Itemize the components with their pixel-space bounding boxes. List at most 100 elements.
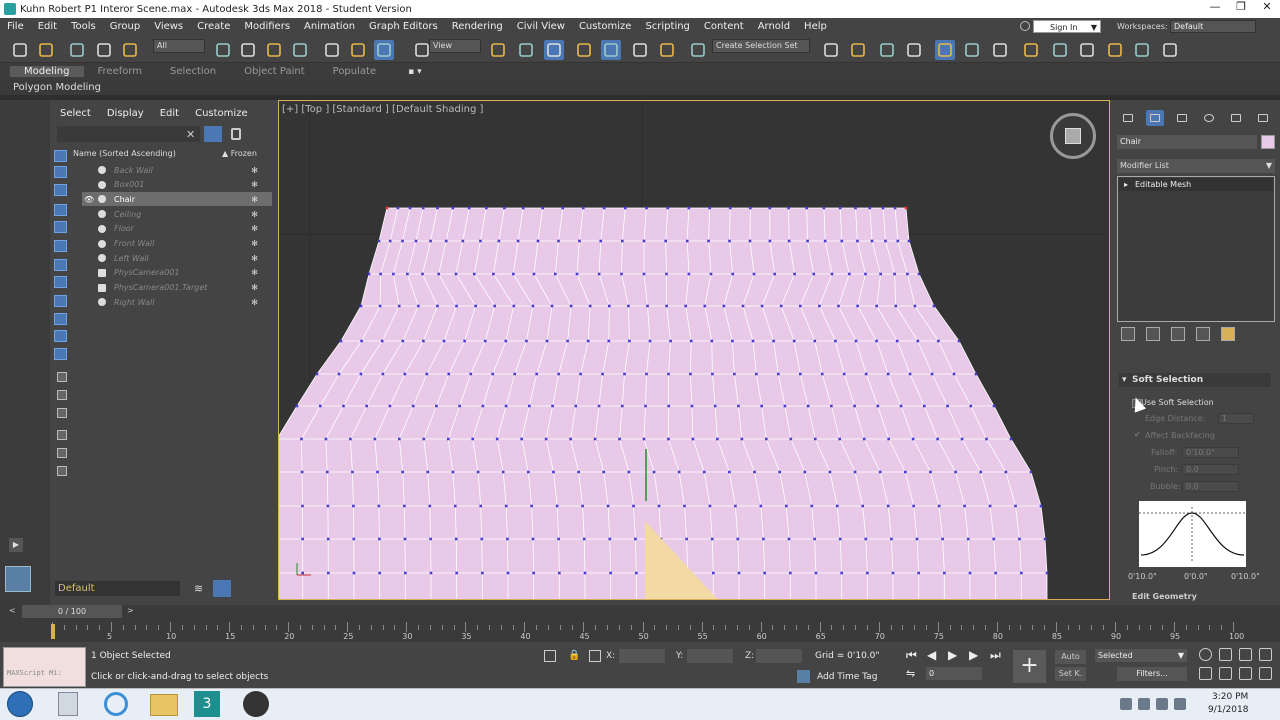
filter-button-11[interactable] xyxy=(52,348,70,362)
internet-explorer-icon[interactable] xyxy=(104,692,128,716)
mesh-vertex[interactable] xyxy=(799,304,802,308)
mesh-vertex[interactable] xyxy=(627,470,631,474)
tool-toggle-layer-explorer-icon[interactable] xyxy=(877,40,897,60)
mesh-vertex[interactable] xyxy=(388,239,392,243)
mesh-vertex[interactable] xyxy=(455,571,458,575)
tab-create-icon[interactable] xyxy=(1119,110,1137,126)
modifier-list-dropdown[interactable]: Modifier List ▼ xyxy=(1117,159,1275,173)
viewcube[interactable] xyxy=(1050,113,1096,159)
mesh-vertex[interactable] xyxy=(527,470,530,474)
mesh-vertex[interactable] xyxy=(752,272,756,276)
mesh-vertex[interactable] xyxy=(713,404,717,408)
field-of-view-icon[interactable] xyxy=(1199,667,1212,680)
mesh-vertex[interactable] xyxy=(893,272,896,276)
mesh-vertex[interactable] xyxy=(830,272,834,276)
mesh-vertex[interactable] xyxy=(506,537,509,541)
tab-utilities-icon[interactable] xyxy=(1254,110,1272,126)
mesh-vertex[interactable] xyxy=(805,206,808,210)
mesh-vertex[interactable] xyxy=(1039,504,1043,508)
mesh-vertex[interactable] xyxy=(646,304,649,308)
mesh-vertex[interactable] xyxy=(792,339,796,343)
filter-button-7[interactable] xyxy=(52,276,70,290)
mesh-vertex[interactable] xyxy=(376,470,379,474)
mesh-vertex[interactable] xyxy=(838,206,842,210)
tool-render-setup-icon[interactable] xyxy=(1021,40,1041,60)
mesh-vertex[interactable] xyxy=(327,571,330,575)
mesh-vertex[interactable] xyxy=(813,537,816,541)
mesh-vertex[interactable] xyxy=(1020,571,1023,575)
mesh-vertex[interactable] xyxy=(521,206,525,210)
menu-customize[interactable]: Customize xyxy=(572,21,639,32)
mesh-vertex[interactable] xyxy=(896,239,900,243)
clear-search-icon[interactable]: ✕ xyxy=(186,128,195,141)
mesh-vertex[interactable] xyxy=(759,504,763,508)
mesh-vertex[interactable] xyxy=(710,537,714,541)
mesh-vertex[interactable] xyxy=(442,339,446,343)
filter-button-1[interactable] xyxy=(52,166,70,180)
mesh-vertex[interactable] xyxy=(690,404,694,408)
mesh-vertex[interactable] xyxy=(597,404,601,408)
menu-tools[interactable]: Tools xyxy=(64,21,103,32)
auto-key-button[interactable]: Auto xyxy=(1055,650,1086,664)
mesh-vertex[interactable] xyxy=(429,571,433,575)
mesh-vertex[interactable] xyxy=(838,537,842,541)
mesh-vertex[interactable] xyxy=(838,437,842,441)
mesh-vertex[interactable] xyxy=(828,470,832,474)
prev-frame-icon[interactable]: < xyxy=(9,606,16,615)
mesh-vertex[interactable] xyxy=(937,504,941,508)
mesh-vertex[interactable] xyxy=(728,239,731,243)
mesh-vertex[interactable] xyxy=(388,404,392,408)
mesh-vertex[interactable] xyxy=(763,571,766,575)
mesh-vertex[interactable] xyxy=(392,272,395,276)
close-icon[interactable]: ✕ xyxy=(1254,0,1280,18)
obs-icon[interactable] xyxy=(243,691,269,717)
mesh-vertex[interactable] xyxy=(601,372,604,376)
display-tool-icon-5[interactable] xyxy=(57,466,67,476)
mesh-vertex[interactable] xyxy=(437,272,441,276)
mesh-vertex[interactable] xyxy=(913,304,917,308)
scene-item-chair[interactable]: 👁 Chair ✻ xyxy=(82,192,272,207)
mesh-vertex[interactable] xyxy=(664,239,667,243)
mesh-vertex[interactable] xyxy=(602,206,606,210)
filter-button-3[interactable] xyxy=(52,204,70,218)
reference-coordinate-dropdown[interactable]: View xyxy=(429,39,481,53)
mesh-vertex[interactable] xyxy=(943,571,946,575)
mesh-vertex[interactable] xyxy=(577,470,580,474)
mesh-vertex[interactable] xyxy=(728,206,732,210)
menu-rendering[interactable]: Rendering xyxy=(445,21,510,32)
mesh-vertex[interactable] xyxy=(301,504,304,508)
mesh-vertex[interactable] xyxy=(516,239,520,243)
pin-stack-icon[interactable] xyxy=(1121,327,1135,341)
mesh-vertex[interactable] xyxy=(779,304,783,308)
mesh-vertex[interactable] xyxy=(853,404,856,408)
mesh-vertex[interactable] xyxy=(642,437,646,441)
tool-snaps-toggle-icon[interactable] xyxy=(544,40,564,60)
mesh-vertex[interactable] xyxy=(512,304,516,308)
freeze-icon[interactable]: ✻ xyxy=(251,298,258,307)
mesh-vertex[interactable] xyxy=(793,272,796,276)
mesh-vertex[interactable] xyxy=(403,504,406,508)
mesh-vertex[interactable] xyxy=(823,239,827,243)
column-name-header[interactable]: Name (Sorted Ascending) xyxy=(73,149,176,162)
mesh-vertex[interactable] xyxy=(339,339,343,343)
tool-select-manipulate-icon[interactable] xyxy=(488,40,508,60)
mesh-vertex[interactable] xyxy=(583,571,587,575)
mesh-vertex[interactable] xyxy=(606,504,610,508)
mesh-vertex[interactable] xyxy=(444,239,448,243)
mesh-vertex[interactable] xyxy=(645,206,648,210)
mesh-vertex[interactable] xyxy=(994,571,997,575)
mesh-vertex[interactable] xyxy=(783,404,787,408)
mesh-vertex[interactable] xyxy=(520,437,523,441)
desktop-icon[interactable] xyxy=(58,692,78,716)
mesh-vertex[interactable] xyxy=(454,537,458,541)
mesh-vertex[interactable] xyxy=(492,272,495,276)
mesh-vertex[interactable] xyxy=(360,339,363,343)
tool-select-by-name-icon[interactable] xyxy=(238,40,258,60)
scene-search-input[interactable] xyxy=(57,126,200,142)
mesh-vertex[interactable] xyxy=(623,206,627,210)
mesh-vertex[interactable] xyxy=(326,537,330,541)
mesh-vertex[interactable] xyxy=(627,304,630,308)
mesh-vertex[interactable] xyxy=(665,272,668,276)
menu-help[interactable]: Help xyxy=(797,21,834,32)
tool-curve-editor-icon[interactable] xyxy=(935,40,955,60)
